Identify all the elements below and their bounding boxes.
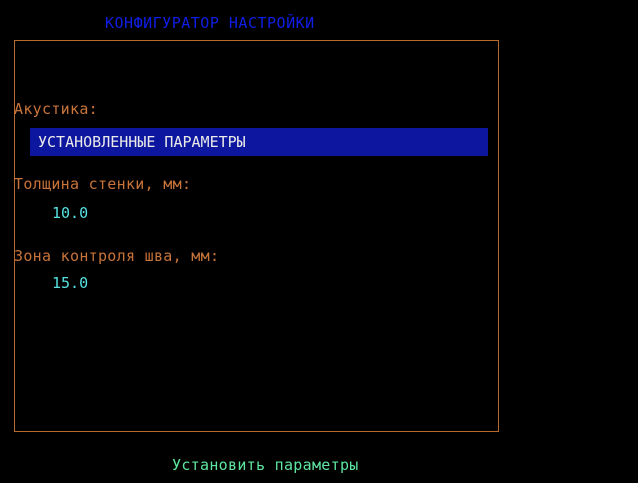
window-title: КОНФИГУРАТОР НАСТРОЙКИ bbox=[105, 14, 315, 32]
wall-thickness-field[interactable]: 10.0 bbox=[52, 204, 88, 222]
acoustics-label: Акустика: bbox=[14, 100, 98, 118]
seam-zone-field[interactable]: 15.0 bbox=[52, 274, 88, 292]
acoustics-selector[interactable]: УСТАНОВЛЕННЫЕ ПАРАМЕТРЫ bbox=[30, 128, 488, 156]
acoustics-value: УСТАНОВЛЕННЫЕ ПАРАМЕТРЫ bbox=[38, 133, 246, 151]
seam-zone-label: Зона контроля шва, мм: bbox=[14, 247, 220, 265]
wall-thickness-label: Толщина стенки, мм: bbox=[14, 175, 192, 193]
apply-settings-button[interactable]: Установить параметры bbox=[172, 456, 359, 474]
settings-panel bbox=[14, 40, 499, 432]
